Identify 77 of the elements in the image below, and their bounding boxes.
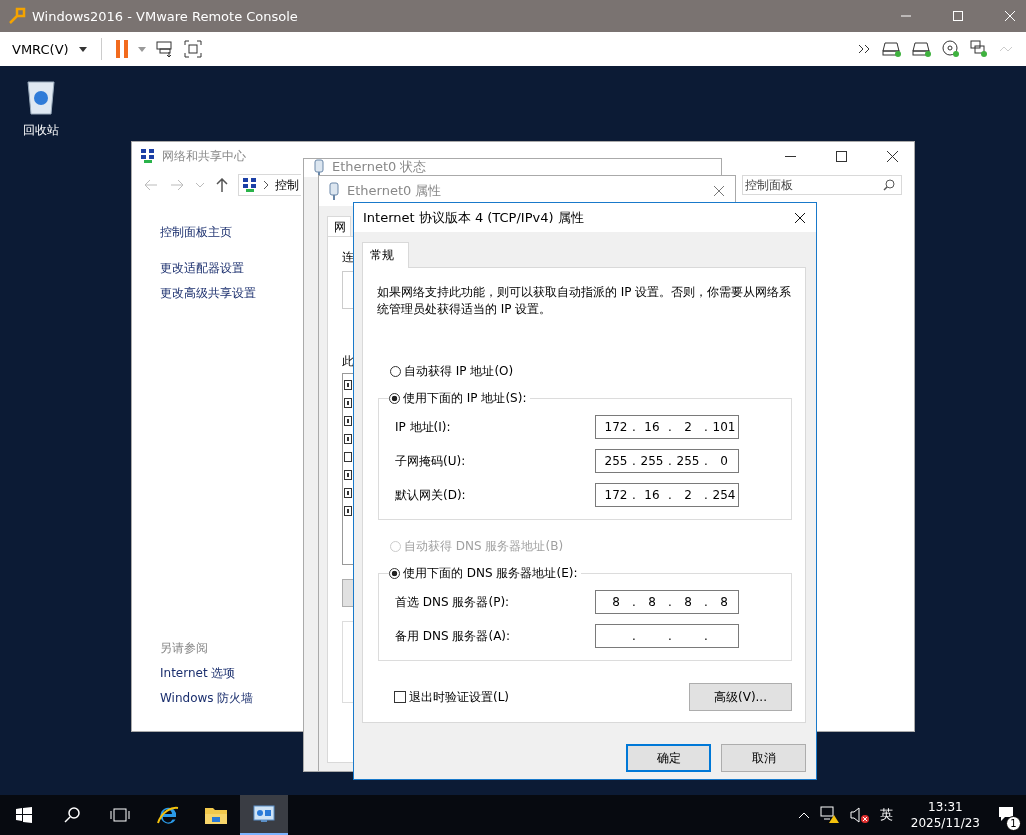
search-field[interactable]: 控制面板: [742, 175, 902, 195]
checkbox[interactable]: [344, 452, 352, 462]
close-icon[interactable]: [794, 211, 806, 224]
desktop-icon-label[interactable]: 回收站: [23, 122, 59, 139]
ethernet-icon: [329, 182, 339, 200]
field-label: 子网掩码(U):: [395, 452, 466, 470]
checkbox[interactable]: [344, 488, 352, 498]
field-label: 备用 DNS 服务器(A):: [395, 627, 511, 645]
ip-address-field[interactable]: . . .: [595, 624, 739, 648]
app-button[interactable]: [240, 795, 288, 835]
window-title: Windows2016 - VMware Remote Console: [32, 8, 298, 24]
ip-address-field[interactable]: 8 . 8 . 8 . 8: [595, 590, 739, 614]
caret-icon[interactable]: [78, 46, 87, 52]
field-label: IP 地址(I):: [395, 418, 451, 436]
cancel-button[interactable]: 取消: [721, 744, 806, 772]
close-icon[interactable]: [887, 150, 898, 162]
network-warning-icon[interactable]: [819, 806, 840, 824]
vmrc-menu[interactable]: VMRC(V): [12, 41, 69, 57]
send-keys-icon[interactable]: [155, 40, 174, 58]
checkbox[interactable]: [344, 380, 352, 390]
hard-disk-icon[interactable]: [882, 41, 902, 57]
section-label: 连: [342, 249, 354, 265]
task-view-icon[interactable]: [110, 808, 130, 822]
ip-address-field[interactable]: 172 . 16 . 2 . 101: [595, 415, 739, 439]
folder-icon: [204, 805, 228, 825]
chevron-icon: [264, 181, 269, 189]
search-icon: [883, 179, 895, 191]
see-also-heading: 另请参阅: [160, 640, 208, 657]
window-title: Ethernet0 状态: [332, 159, 427, 175]
network-adapter-icon[interactable]: [970, 40, 988, 58]
checkbox[interactable]: [344, 470, 352, 480]
description-text: 如果网络支持此功能，则可以获取自动指派的 IP 设置。否则，你需要从网络系统管理员处获得适当的 IP 设置。: [377, 284, 792, 318]
field-label: 首选 DNS 服务器(P):: [395, 593, 510, 611]
checkbox[interactable]: [344, 506, 352, 516]
ok-button[interactable]: 确定: [626, 744, 711, 772]
cd-drive-icon[interactable]: [942, 40, 960, 58]
maximize-icon[interactable]: [836, 150, 847, 162]
field-label: 默认网关(D):: [395, 486, 466, 504]
sidebar-link[interactable]: 控制面板主页: [160, 220, 232, 245]
hard-disk-icon[interactable]: [912, 41, 932, 57]
see-also-link[interactable]: Internet 选项: [160, 661, 236, 686]
search-icon[interactable]: [64, 807, 80, 823]
radio-option[interactable]: 使用下面的 IP 地址(S):: [389, 389, 527, 407]
sidebar-link[interactable]: 更改高级共享设置: [160, 281, 256, 306]
window-title: 网络和共享中心: [162, 147, 246, 165]
muted-speaker-icon[interactable]: [849, 806, 870, 824]
tab[interactable]: 常规: [362, 242, 409, 268]
pause-icon[interactable]: [115, 40, 128, 58]
network-icon: [140, 148, 156, 164]
checkbox-option[interactable]: 退出时验证设置(L): [394, 688, 510, 706]
address-text: 控制: [275, 176, 299, 194]
ip-address-field[interactable]: 172 . 16 . 2 . 254: [595, 483, 739, 507]
start-icon[interactable]: [16, 807, 32, 823]
checkbox[interactable]: [344, 434, 352, 444]
tab[interactable]: 网: [327, 216, 351, 236]
radio-option[interactable]: 自动获得 IP 地址(O): [390, 362, 792, 380]
chevron-up-icon[interactable]: [797, 811, 810, 819]
network-console-icon: [253, 805, 275, 823]
see-also-link[interactable]: Windows 防火墙: [160, 686, 254, 711]
radio-option[interactable]: 使用下面的 DNS 服务器地址(E):: [389, 564, 578, 582]
sidebar-link[interactable]: 更改适配器设置: [160, 256, 244, 281]
address-bar[interactable]: 控制: [238, 174, 301, 196]
fullscreen-icon[interactable]: [183, 40, 202, 58]
notification-count: 1: [1006, 815, 1021, 831]
double-chevron-icon[interactable]: [858, 44, 872, 54]
ethernet-icon: [314, 159, 324, 177]
input-language[interactable]: 英: [879, 806, 893, 824]
dialog-title: Internet 协议版本 4 (TCP/IPv4) 属性: [363, 208, 584, 227]
checkbox[interactable]: [344, 416, 352, 426]
ip-address-field[interactable]: 255 . 255 . 255 . 0: [595, 449, 739, 473]
window-title: Ethernet0 属性: [347, 182, 442, 200]
advanced-button[interactable]: 高级(V)...: [689, 683, 792, 711]
network-icon: [242, 177, 258, 193]
checkbox[interactable]: [344, 398, 352, 408]
app-logo-icon: [8, 7, 26, 25]
up-arrow-icon[interactable]: [216, 178, 228, 192]
clock[interactable]: 13:31 2025/11/23: [910, 799, 980, 831]
